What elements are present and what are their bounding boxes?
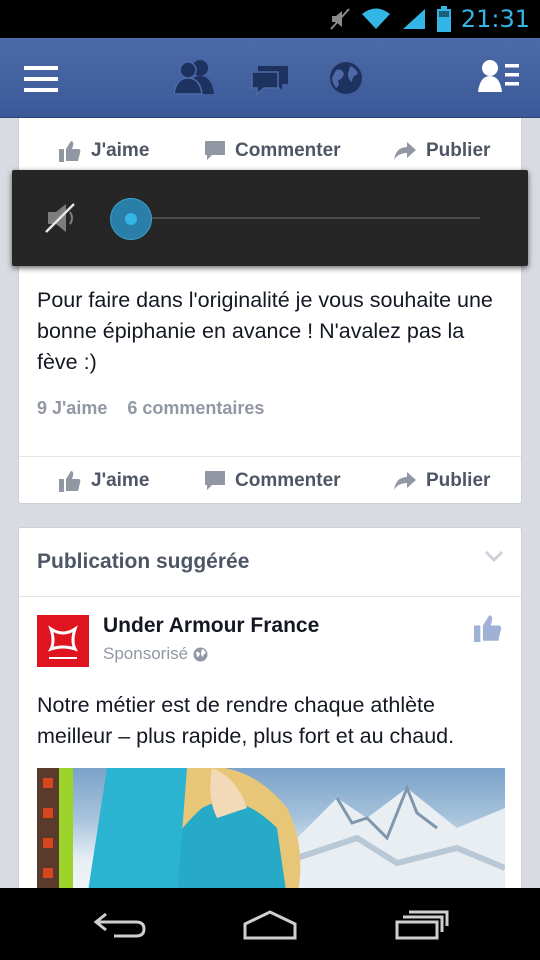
back-icon[interactable] [92,910,148,940]
action-bar-bottom: J'aime Commenter Publier [19,457,521,505]
ad-image[interactable] [37,768,505,888]
share-button[interactable]: Publier [394,140,490,162]
share-button[interactable]: Publier [394,470,490,492]
navigation-bar [0,888,540,960]
muted-icon [330,8,350,30]
notifications-globe-icon[interactable] [328,60,364,96]
action-bar-top: J'aime Commenter Publier [19,127,521,175]
app-header [0,38,540,118]
globe-icon [193,647,208,661]
friend-requests-icon[interactable] [174,58,214,96]
page-name[interactable]: Under Armour France [103,614,319,638]
suggested-post-card: Publication suggérée Under Armour France… [18,527,522,888]
like-label: J'aime [91,470,150,491]
chevron-down-icon[interactable] [485,550,503,562]
under-armour-logo-icon [48,625,78,659]
speaker-muted-icon[interactable] [44,200,78,236]
share-label: Publier [426,470,491,491]
ad-text: Notre métier est de rendre chaque athlèt… [37,693,455,748]
comment-label: Commenter [235,470,341,491]
menu-icon[interactable] [24,66,58,92]
comment-button[interactable]: Commenter [205,470,341,492]
home-icon[interactable] [242,910,298,940]
signal-icon [402,9,425,29]
messages-icon[interactable] [250,62,290,96]
comment-button[interactable]: Commenter [205,140,341,162]
volume-track[interactable] [144,217,480,219]
sponsored-label: Sponsorisé [103,644,208,664]
volume-slider-thumb[interactable] [110,198,152,240]
clock: 21:31 [460,5,530,33]
comments-count[interactable]: 6 commentaires [127,398,264,419]
share-arrow-icon [394,472,416,490]
thumbs-up-icon [59,141,81,162]
comment-icon [205,471,225,490]
share-arrow-icon [394,142,416,160]
divider [19,596,521,597]
post-text: Pour faire dans l'originalité je vous so… [37,288,493,374]
share-label: Publier [426,140,491,161]
volume-panel [12,170,528,266]
status-bar: 21:31 [0,0,540,38]
like-page-icon[interactable] [473,614,503,642]
like-label: J'aime [91,140,150,161]
recent-apps-icon[interactable] [394,910,450,940]
likes-count[interactable]: 9 J'aime [37,398,107,419]
thumbs-up-icon [59,471,81,492]
contacts-icon[interactable] [478,58,520,94]
like-button[interactable]: J'aime [59,470,149,492]
ad-photo-illustration [37,768,505,888]
page-avatar[interactable] [37,615,89,667]
suggested-title: Publication suggérée [37,550,250,573]
sponsored-text: Sponsorisé [103,644,189,663]
battery-icon [436,6,451,32]
like-button[interactable]: J'aime [59,140,149,162]
comment-icon [205,141,225,160]
comment-label: Commenter [235,140,341,161]
wifi-icon [361,8,390,29]
post-counts: 9 J'aime 6 commentaires [37,398,264,419]
